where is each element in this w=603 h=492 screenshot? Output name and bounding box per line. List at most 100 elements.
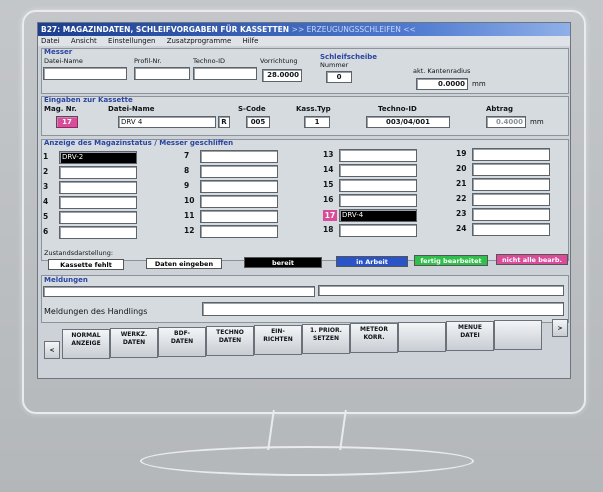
slot-field[interactable] [200,150,278,163]
status-fertig-bearbeitet: fertig bearbeitet [414,255,488,266]
messer-profil-field[interactable] [134,67,190,80]
slot-field[interactable]: DRV-4 [339,209,417,222]
slot-field[interactable] [339,149,417,162]
schleifscheibe-nummer-label: Nummer [320,61,349,69]
menu-ansicht[interactable]: Ansicht [71,37,97,45]
menu-hilfe[interactable]: Hilfe [243,37,259,45]
slot-number: 24 [456,224,467,233]
slot-field[interactable] [200,210,278,223]
abtrag-unit: mm [530,118,544,126]
slot-field[interactable] [472,178,550,191]
scode-field[interactable]: 005 [246,116,270,128]
meldungen-field-left [43,286,315,297]
messer-vorrichtung-label: Vorrichtung [260,57,298,65]
status-in-arbeit: in Arbeit [336,256,408,267]
function-button[interactable]: BDF- DATEN [158,327,206,357]
slot-number: 16 [323,195,334,204]
slot-number: 13 [323,150,334,159]
meldungen-field-right [318,285,564,296]
menu-datei[interactable]: Datei [41,37,60,45]
slot-field[interactable] [59,181,137,194]
button-label-line1: NORMAL [71,332,101,339]
status-nicht-alle-bearbeitet: nicht alle bearb. [496,254,568,265]
messer-techno-field[interactable] [193,67,257,80]
slot-number: 11 [184,211,195,220]
handling-label: Meldungen des Handlings [44,307,148,316]
messer-techno-label: Techno-ID [193,57,226,65]
mag-nr-label: Mag. Nr. [44,105,77,113]
slot-number: 3 [43,182,49,191]
slot-field[interactable] [472,163,550,176]
kantenradius-label: akt. Kantenradius [413,67,471,75]
slot-number: 15 [323,180,334,189]
slot-field[interactable] [200,225,278,238]
slot-field[interactable] [339,179,417,192]
mag-nr-field[interactable]: 17 [56,116,78,128]
slot-number: 10 [184,196,195,205]
slot-field[interactable] [59,166,137,179]
kantenradius-field[interactable]: 0.0000 [416,78,468,90]
button-label-line1: BDF- [174,330,190,337]
function-button[interactable]: WERKZ. DATEN [110,328,158,358]
status-bereit: bereit [244,257,322,268]
kass-typ-label: Kass.Typ [296,105,331,113]
slot-number: 19 [456,149,467,158]
function-button[interactable]: MENUE DATEI [446,321,494,351]
eingaben-title: Eingaben zur Kassette [44,96,133,104]
window-title: B27: MAGAZINDATEN, SCHLEIFVORGABEN FÜR K… [38,23,570,36]
r-field[interactable]: R [218,116,230,128]
monitor-base [140,446,474,476]
button-label-line1: EIN- [271,328,285,335]
slot-field[interactable] [200,165,278,178]
slot-field[interactable] [59,211,137,224]
slot-field[interactable] [472,208,550,221]
slot-field[interactable] [472,148,550,161]
slot-field[interactable] [339,224,417,237]
kass-typ-field[interactable]: 1 [304,116,330,128]
slot-field[interactable]: DRV-2 [59,151,137,164]
slot-field[interactable] [200,180,278,193]
slot-number: 2 [43,167,49,176]
application-window: B27: MAGAZINDATEN, SCHLEIFVORGABEN FÜR K… [37,22,571,379]
schleifscheibe-nummer-field[interactable]: 0 [326,71,352,83]
slot-field[interactable] [339,194,417,207]
function-button[interactable]: TECHNO DATEN [206,326,254,356]
messer-dateiname-field[interactable] [43,67,127,80]
schleifscheibe-title: Schleifscheibe [320,53,377,61]
abtrag-field[interactable]: 0.4000 [486,116,526,128]
slot-number: 17 [323,210,337,221]
slot-number: 6 [43,227,49,236]
slot-number: 18 [323,225,334,234]
function-button[interactable] [494,320,542,350]
slot-field[interactable] [59,226,137,239]
function-button[interactable]: NORMAL ANZEIGE [62,329,110,359]
messer-dateiname-label: Datei-Name [44,57,83,65]
button-label-line2: SETZEN [313,335,339,342]
slot-number: 4 [43,197,49,206]
scroll-right-button[interactable]: > [552,319,568,337]
menu-zusatzprogramme[interactable]: Zusatzprogramme [167,37,232,45]
eingaben-dateiname-field[interactable]: DRV 4 [118,116,216,128]
slot-field[interactable] [472,193,550,206]
function-button[interactable] [398,322,446,352]
slot-field[interactable] [200,195,278,208]
slot-number: 23 [456,209,467,218]
slot-field[interactable] [59,196,137,209]
function-button[interactable]: 1. PRIOR. SETZEN [302,324,350,354]
button-label-line2: DATEN [122,339,146,346]
slot-field[interactable] [339,164,417,177]
magazin-title: Anzeige des Magazinstatus / Messer gesch… [44,139,234,147]
messer-vorrichtung-field[interactable]: 28.0000 [262,69,302,82]
button-label-line1: METEOR [360,326,388,333]
menu-einstellungen[interactable]: Einstellungen [108,37,155,45]
function-button[interactable]: EIN- RICHTEN [254,325,302,355]
button-label-line1: 1. PRIOR. [310,327,342,334]
button-label-line1: TECHNO [216,329,244,336]
eingaben-techno-field[interactable]: 003/04/001 [366,116,450,128]
button-label-line1: WERKZ. [120,331,148,338]
kantenradius-unit: mm [472,80,486,88]
slot-field[interactable] [472,223,550,236]
scroll-left-button[interactable]: < [44,341,60,359]
function-button[interactable]: METEOR KORR. [350,323,398,353]
messer-title: Messer [44,48,73,56]
